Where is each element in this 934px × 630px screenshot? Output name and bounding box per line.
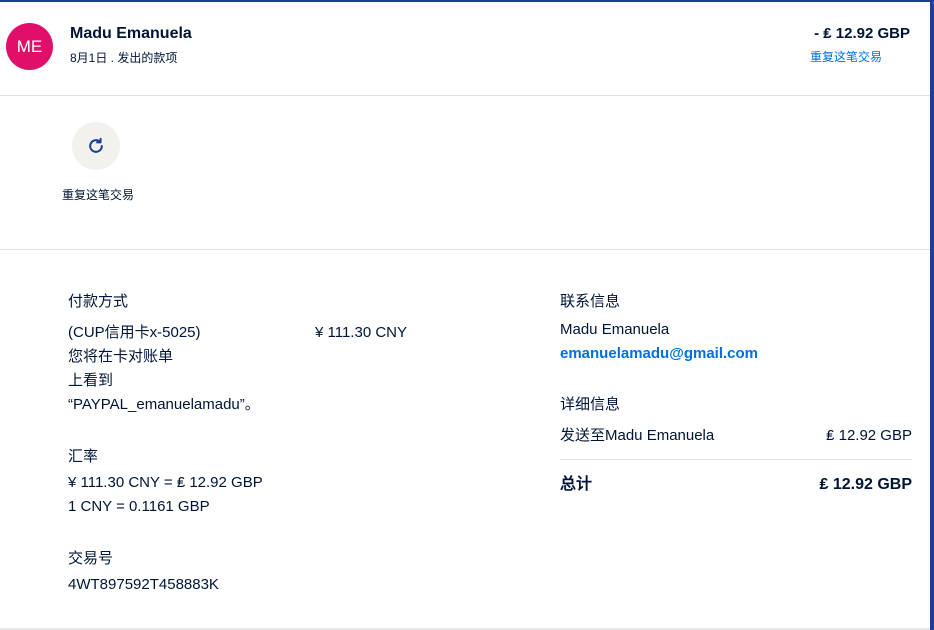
window-right-border [930,0,934,630]
payment-method-heading: 付款方式 [68,293,129,310]
transaction-date-type: 8月1日 . 发出的款项 [70,51,178,65]
exchange-rate-line2: 1 CNY = 0.1161 GBP [68,498,210,515]
statement-note-line3: “PAYPAL_emanuelamadu”。 [68,396,260,413]
repeat-transaction-button[interactable] [72,122,120,170]
repeat-transaction-link[interactable]: 重复这笔交易 [810,48,882,65]
statement-note-line2: 上看到 [68,372,114,389]
sent-to-amount: ₤ 12.92 GBP [826,427,912,444]
exchange-rate-line1: ¥ 111.30 CNY = ₤ 12.92 GBP [68,474,263,491]
repeat-transaction-label: 重复这笔交易 [61,188,134,202]
details-divider [560,459,912,460]
contact-name: Madu Emanuela [560,321,670,338]
statement-note-line1: 您将在卡对账单 [68,348,174,365]
payment-card: (CUP信用卡x-5025) [68,324,201,341]
refresh-icon [89,137,103,153]
sent-to-label: 发送至Madu Emanuela [560,427,715,444]
contact-email-link[interactable]: emanuelamadu@gmail.com [560,342,758,366]
payment-card-amount: ¥ 111.30 CNY [315,324,407,341]
total-label: 总计 [560,476,593,493]
total-amount: ₤ 12.92 GBP [819,476,913,493]
actions-bar: 重复这笔交易 [0,96,930,250]
recipient-name: Madu Emanuela [70,25,192,42]
transaction-id-heading: 交易号 [68,550,114,567]
transaction-id: 4WT897592T458883K [68,576,219,593]
exchange-rate-heading: 汇率 [68,448,99,465]
transaction-amount: - ₤ 12.92 GBP [814,25,910,42]
transaction-header: ME Madu Emanuela 8月1日 . 发出的款项 - ₤ 12.92 … [0,0,930,96]
contact-info-heading: 联系信息 [560,293,621,310]
avatar: ME [6,23,53,70]
details-heading: 详细信息 [560,396,621,413]
